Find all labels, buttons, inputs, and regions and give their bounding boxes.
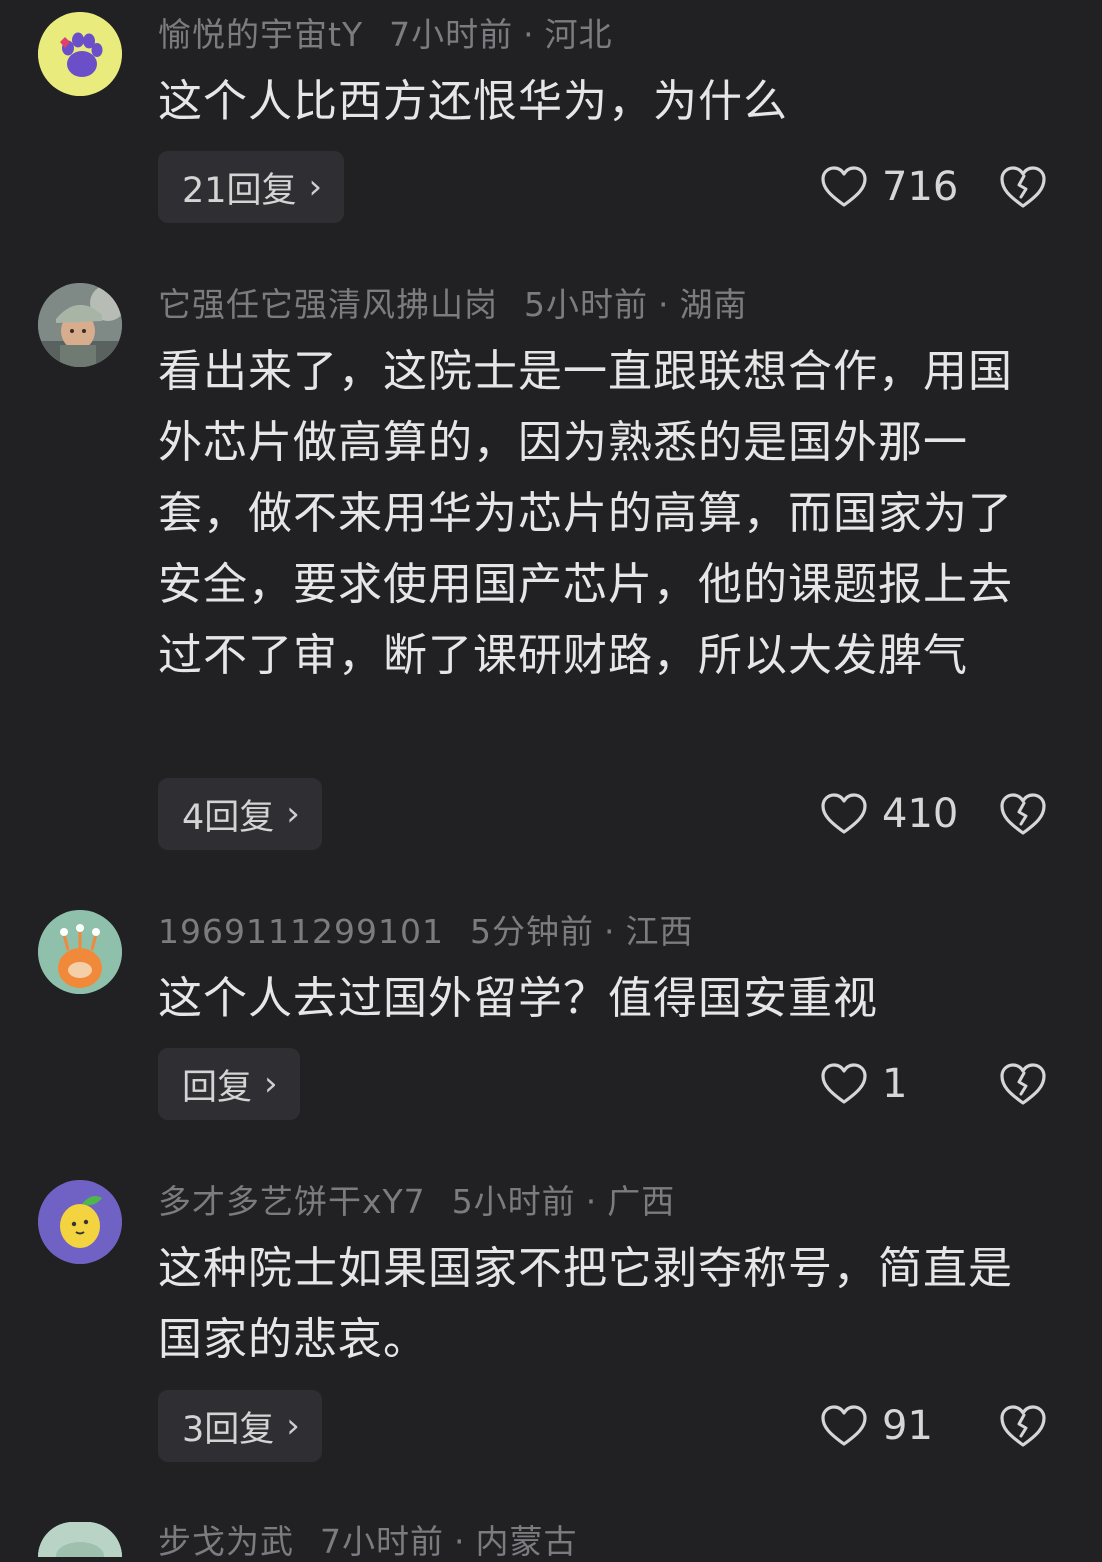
reply-label: 3回复 [182,1409,275,1450]
partial-avatar [38,1522,122,1557]
like-button[interactable]: 410 [820,778,958,850]
comment-meta: 1969111299101 5分钟前 · 江西 [158,912,693,952]
comment-time: 5小时前 [524,285,648,324]
chevron-right-icon: › [264,1064,278,1104]
user-avatar[interactable] [38,1522,122,1557]
like-button[interactable]: 716 [820,151,958,223]
purple-paw-icon [38,12,122,96]
username[interactable]: 步戈为武 [158,1522,294,1561]
broken-heart-icon [1000,166,1046,208]
heart-icon [821,1063,867,1104]
meta-separator: · [585,1182,598,1221]
username[interactable]: 它强任它强清风拂山岗 [158,285,498,324]
comment-time: 7小时前 [320,1522,444,1561]
meta-separator: · [523,15,535,54]
reply-label: 21回复 [182,170,297,211]
comment-location: 湖南 [679,285,748,324]
reply-button[interactable]: 4回复 › [158,778,322,850]
comment-text: 这个人比西方还恨华为，为什么 [158,76,788,127]
comment-time: 5小时前 [451,1182,576,1221]
dislike-button[interactable] [998,151,1048,223]
comment-location: 河北 [544,15,613,54]
like-button[interactable]: 91 [820,1390,933,1462]
chevron-right-icon: › [308,167,323,207]
like-button[interactable]: 1 [820,1048,907,1120]
heart-icon [821,166,867,207]
username[interactable]: 多才多艺饼干xY7 [158,1182,426,1221]
like-count: 716 [882,164,959,210]
orange-monster-icon [38,910,122,994]
username[interactable]: 1969111299101 [158,912,444,951]
meta-separator: · [658,285,670,324]
lemon-face-icon [38,1180,122,1264]
heart-icon [821,1405,867,1446]
comment-text: 这个人去过国外留学？值得国安重视 [158,973,878,1024]
chevron-right-icon: › [286,794,300,834]
comment-location: 内蒙古 [475,1522,578,1561]
comment-text: 看出来了，这院士是一直跟联想合作，用国外芯片做高算的，因为熟悉的是国外那一套，做… [158,346,1013,681]
like-count: 1 [882,1061,908,1107]
comment-time: 5分钟前 [469,912,594,951]
dislike-button[interactable] [998,1048,1048,1120]
comment-text: 这种院士如果国家不把它剥夺称号，简直是国家的悲哀。 [158,1243,1013,1365]
chevron-right-icon: › [286,1406,300,1446]
username[interactable]: 愉悦的宇宙tY [158,15,363,54]
reply-button[interactable]: 3回复 › [158,1390,322,1462]
user-avatar[interactable] [38,910,122,994]
broken-heart-icon [1000,1063,1046,1105]
comment-location: 江西 [625,912,694,951]
comment-location: 广西 [607,1182,676,1221]
reply-button[interactable]: 21回复 › [158,151,345,223]
reply-button[interactable]: 回复 › [158,1048,300,1120]
like-count: 91 [882,1403,933,1449]
user-avatar[interactable] [38,12,122,96]
comment-meta: 它强任它强清风拂山岗 5小时前 · 湖南 [158,285,748,325]
reply-label: 回复 [182,1067,253,1108]
heart-icon [821,793,867,834]
broken-heart-icon [1000,1405,1046,1447]
meta-separator: · [454,1522,466,1561]
broken-heart-icon [1000,793,1046,835]
reply-label: 4回复 [182,797,275,838]
comment-meta: 多才多艺饼干xY7 5小时前 · 广西 [158,1182,675,1222]
child-photo-avatar [38,283,122,367]
user-avatar[interactable] [38,283,122,367]
dislike-button[interactable] [998,1390,1048,1462]
comment-time: 7小时前 [389,15,514,54]
user-avatar[interactable] [38,1180,122,1264]
like-count: 410 [882,791,959,837]
dislike-button[interactable] [998,778,1048,850]
meta-separator: · [603,912,616,951]
comment-meta: 步戈为武 7小时前 · 内蒙古 [158,1522,578,1562]
comment-meta: 愉悦的宇宙tY 7小时前 · 河北 [158,15,613,55]
